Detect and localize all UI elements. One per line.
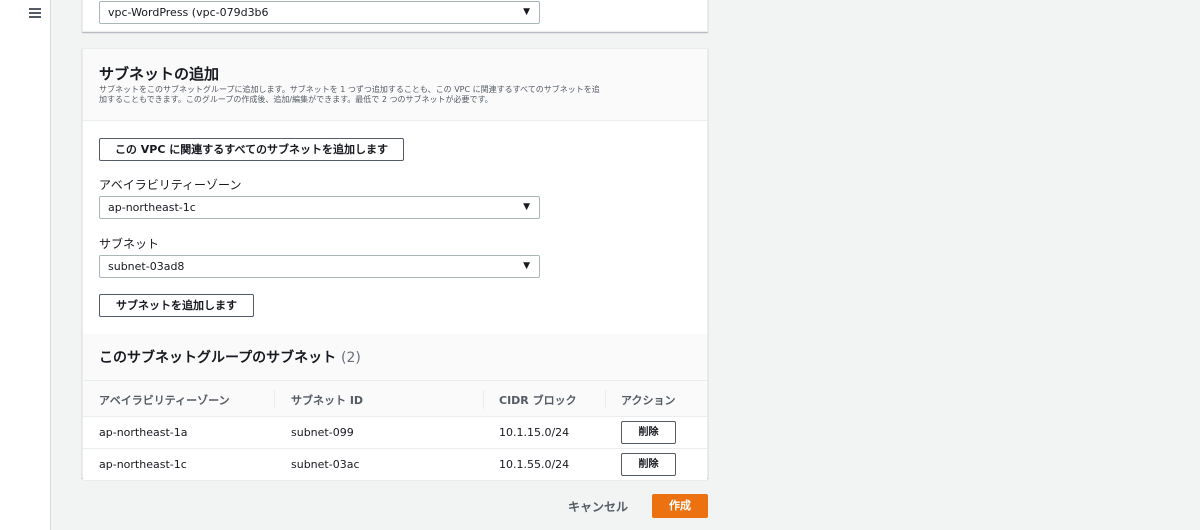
table-row: ap-northeast-1c subnet-03ac 10.1.55.0/24…	[83, 449, 707, 481]
az-select[interactable]: ap-northeast-1c ▼	[99, 196, 540, 219]
row-subnet-id: subnet-03ac	[291, 458, 360, 471]
table-row: ap-northeast-1a subnet-099 10.1.15.0/24 …	[83, 417, 707, 449]
remove-subnet-button[interactable]: 削除	[621, 421, 676, 444]
row-cidr: 10.1.55.0/24	[499, 458, 570, 471]
column-header-subnet-id[interactable]: サブネット ID	[291, 392, 363, 408]
side-navigation	[0, 0, 51, 530]
column-divider	[274, 390, 275, 409]
caret-down-icon: ▼	[523, 7, 530, 17]
add-subnets-header: サブネットの追加 サブネットをこのサブネットグループに追加します。サブネットを …	[83, 49, 707, 121]
subnet-select-value: subnet-03ad8	[108, 260, 185, 273]
description-line-1: サブネットをこのサブネットグループに追加します。サブネットを 1 つずつ追加する…	[99, 85, 600, 94]
add-subnets-panel: サブネットの追加 サブネットをこのサブネットグループに追加します。サブネットを …	[82, 48, 708, 481]
vpc-panel: vpc-WordPress (vpc-079d3b6 ▼	[82, 0, 708, 32]
vpc-select[interactable]: vpc-WordPress (vpc-079d3b6 ▼	[99, 1, 540, 24]
add-subnets-title: サブネットの追加	[99, 65, 220, 83]
create-button[interactable]: 作成	[652, 494, 708, 518]
column-divider	[483, 390, 484, 409]
subnet-select[interactable]: subnet-03ad8 ▼	[99, 255, 540, 278]
column-divider	[605, 390, 606, 409]
az-select-value: ap-northeast-1c	[108, 201, 196, 214]
row-az: ap-northeast-1c	[99, 458, 187, 471]
vpc-select-value: vpc-WordPress (vpc-079d3b6	[108, 6, 269, 19]
subnet-label: サブネット	[99, 237, 160, 251]
column-header-cidr[interactable]: CIDR ブロック	[499, 392, 577, 408]
caret-down-icon: ▼	[523, 261, 530, 271]
subnet-table-title-text: このサブネットグループのサブネット	[99, 350, 337, 366]
row-az: ap-northeast-1a	[99, 426, 188, 439]
remove-subnet-button[interactable]: 削除	[621, 453, 676, 476]
az-label: アベイラビリティーゾーン	[99, 178, 242, 192]
add-subnet-button[interactable]: サブネットを追加します	[99, 294, 254, 317]
hamburger-icon[interactable]	[29, 8, 41, 19]
add-subnets-description: サブネットをこのサブネットグループに追加します。サブネットを 1 つずつ追加する…	[99, 85, 699, 105]
subnet-table-section: このサブネットグループのサブネット (2) アベイラビリティーゾーン サブネット…	[83, 334, 707, 481]
add-all-subnets-button[interactable]: この VPC に関連するすべてのサブネットを追加します	[99, 138, 404, 161]
description-line-2: 加することもできます。このグループの作成後、追加/編集ができます。最低で 2 つ…	[99, 95, 493, 104]
subnet-table-title: このサブネットグループのサブネット (2)	[99, 347, 361, 367]
cancel-button[interactable]: キャンセル	[568, 498, 628, 515]
row-cidr: 10.1.15.0/24	[499, 426, 570, 439]
subnet-count: (2)	[341, 350, 361, 366]
column-header-action[interactable]: アクション	[621, 392, 675, 408]
column-header-az[interactable]: アベイラビリティーゾーン	[99, 392, 230, 408]
caret-down-icon: ▼	[523, 202, 530, 212]
row-subnet-id: subnet-099	[291, 426, 354, 439]
table-header: アベイラビリティーゾーン サブネット ID CIDR ブロック アクション	[83, 380, 707, 417]
